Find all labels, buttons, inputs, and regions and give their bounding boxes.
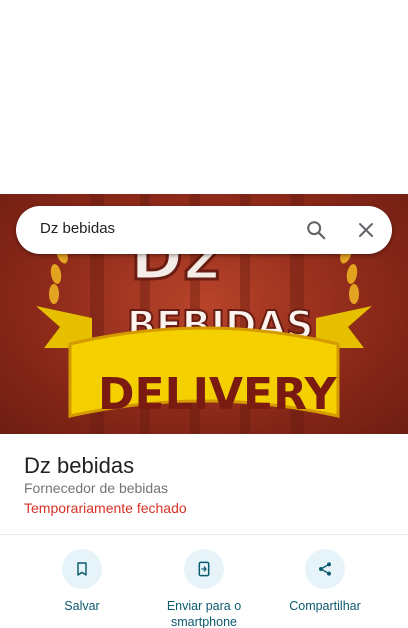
send-to-phone-label: Enviar para o smartphone bbox=[166, 599, 242, 628]
place-category: Fornecedor de bebidas bbox=[24, 480, 168, 496]
send-to-phone-icon bbox=[184, 549, 224, 589]
share-icon bbox=[305, 549, 345, 589]
place-status: Temporariamente fechado bbox=[24, 500, 187, 516]
save-label: Salvar bbox=[64, 599, 100, 613]
share-label: Compartilhar bbox=[289, 599, 361, 613]
map-blank-area bbox=[0, 0, 408, 194]
search-icon[interactable] bbox=[302, 216, 330, 244]
close-icon[interactable] bbox=[352, 216, 380, 244]
place-title: Dz bebidas bbox=[24, 453, 135, 478]
send-to-phone-button[interactable]: Enviar para o smartphone bbox=[144, 549, 264, 628]
action-bar: Salvar Enviar para o smartphone Comparti… bbox=[0, 535, 408, 628]
logo-delivery-text: DELIVERY bbox=[98, 369, 338, 420]
bookmark-icon bbox=[62, 549, 102, 589]
share-button[interactable]: Compartilhar bbox=[265, 549, 385, 614]
search-input[interactable]: Dz bebidas bbox=[40, 220, 115, 237]
save-button[interactable]: Salvar bbox=[22, 549, 142, 614]
search-bar[interactable]: Dz bebidas bbox=[16, 206, 392, 254]
place-info: Dz bebidas Fornecedor de bebidas Tempora… bbox=[0, 434, 408, 534]
